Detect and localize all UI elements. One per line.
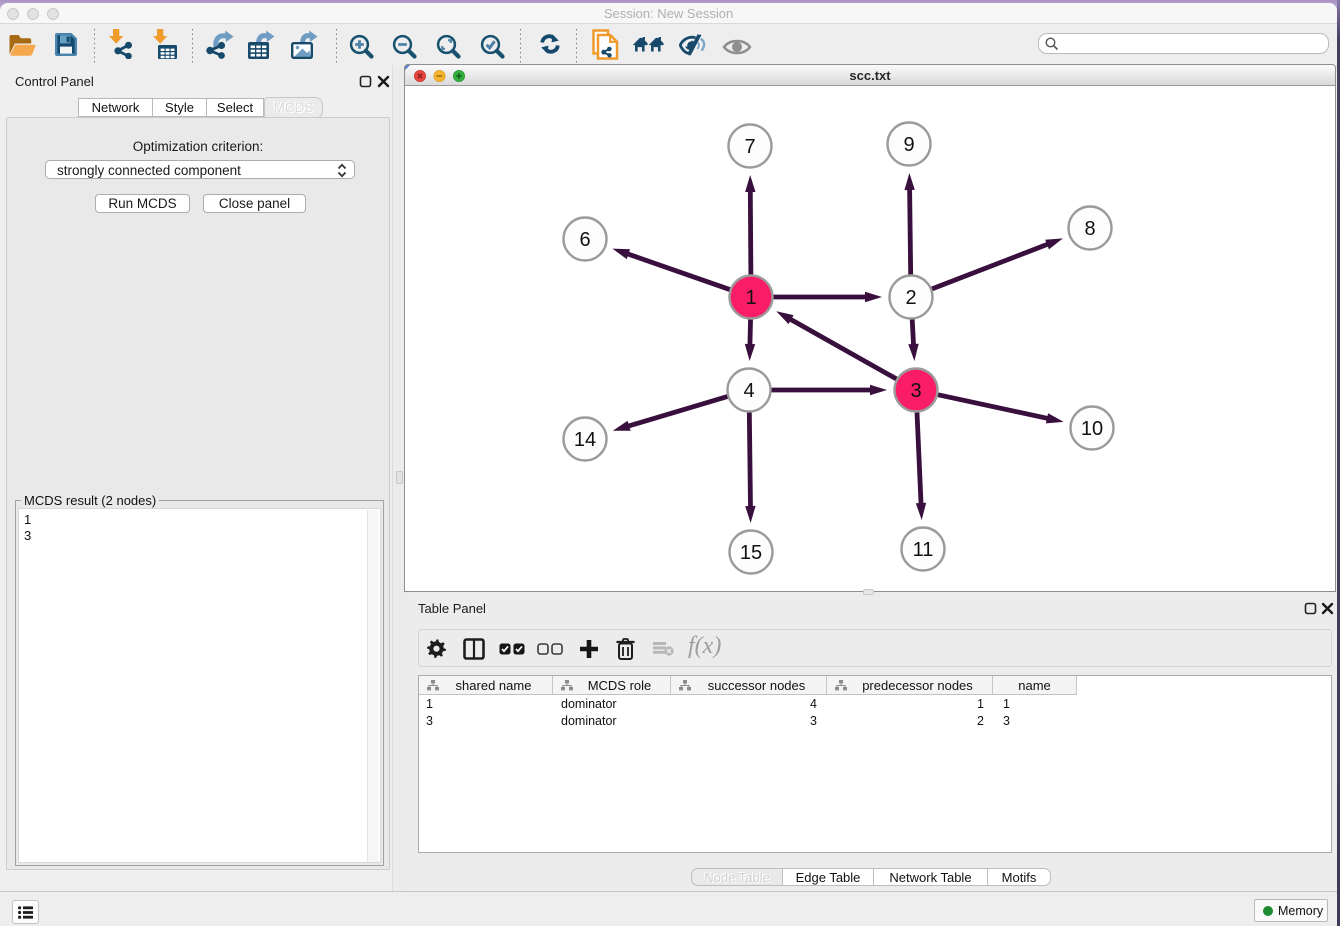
svg-text:10: 10 (1081, 418, 1103, 440)
svg-text:7: 7 (744, 136, 755, 158)
svg-text:9: 9 (903, 134, 914, 156)
svg-text:6: 6 (579, 229, 590, 251)
svg-text:4: 4 (743, 380, 754, 402)
svg-text:8: 8 (1084, 218, 1095, 240)
svg-text:1: 1 (745, 287, 756, 309)
svg-text:14: 14 (574, 429, 596, 451)
svg-text:2: 2 (905, 287, 916, 309)
svg-text:15: 15 (740, 542, 762, 564)
svg-text:11: 11 (913, 539, 934, 561)
svg-text:3: 3 (910, 380, 921, 402)
